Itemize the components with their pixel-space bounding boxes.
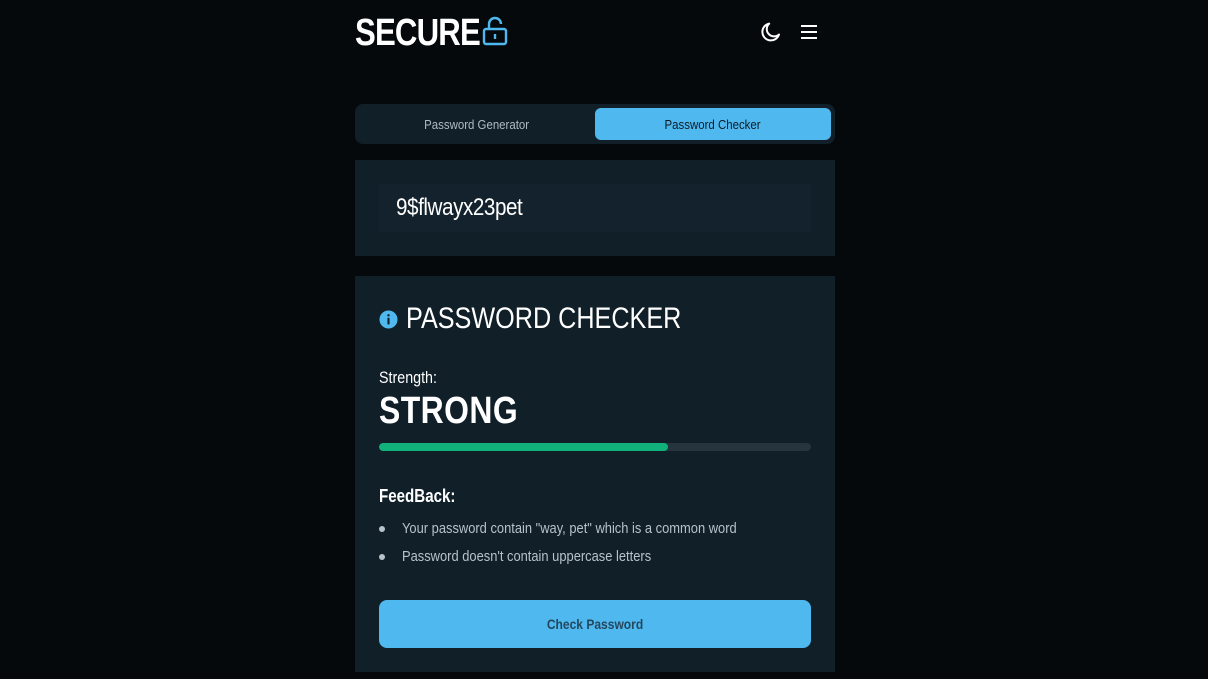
check-password-label: Check Password [546, 616, 644, 632]
check-password-button[interactable]: Check Password [379, 600, 811, 648]
feedback-item: Your password contain "way, pet" which i… [379, 516, 811, 544]
feedback-text: Password doesn't contain uppercase lette… [402, 548, 652, 565]
tab-password-generator[interactable]: Password Generator [359, 108, 595, 140]
header-actions [759, 20, 821, 44]
password-input-card: 9$flwayx23pet [355, 160, 835, 256]
strength-label: Strength: [379, 368, 437, 387]
moon-icon[interactable] [759, 20, 783, 44]
tab-label: Password Generator [424, 116, 530, 132]
logo-text: SECURE [355, 12, 481, 54]
bullet-icon [379, 526, 385, 532]
strength-bar [379, 443, 811, 451]
feedback-text: Your password contain "way, pet" which i… [402, 520, 737, 537]
password-input[interactable]: 9$flwayx23pet [379, 184, 811, 232]
header: SECURE [355, 0, 835, 70]
info-icon [379, 309, 398, 329]
strength-value: STRONG [379, 390, 519, 432]
bullet-icon [379, 554, 385, 560]
hamburger-menu-icon[interactable] [797, 20, 821, 44]
tab-password-checker[interactable]: Password Checker [595, 108, 831, 140]
unlocked-padlock-icon [482, 16, 508, 46]
feedback-item: Password doesn't contain uppercase lette… [379, 544, 811, 572]
password-input-value: 9$flwayx23pet [396, 194, 523, 221]
card-title: PASSWORD CHECKER [379, 302, 734, 336]
app-container: SECURE Password Generator Password Check… [355, 0, 835, 672]
feedback-title: FeedBack: [379, 486, 456, 506]
feedback-list: Your password contain "way, pet" which i… [379, 516, 811, 572]
page-title: PASSWORD CHECKER [406, 302, 682, 335]
mode-tabs: Password Generator Password Checker [355, 104, 835, 144]
password-checker-card: PASSWORD CHECKER Strength: STRONG FeedBa… [355, 276, 835, 672]
strength-bar-fill [379, 443, 669, 451]
tab-label: Password Checker [664, 116, 762, 132]
